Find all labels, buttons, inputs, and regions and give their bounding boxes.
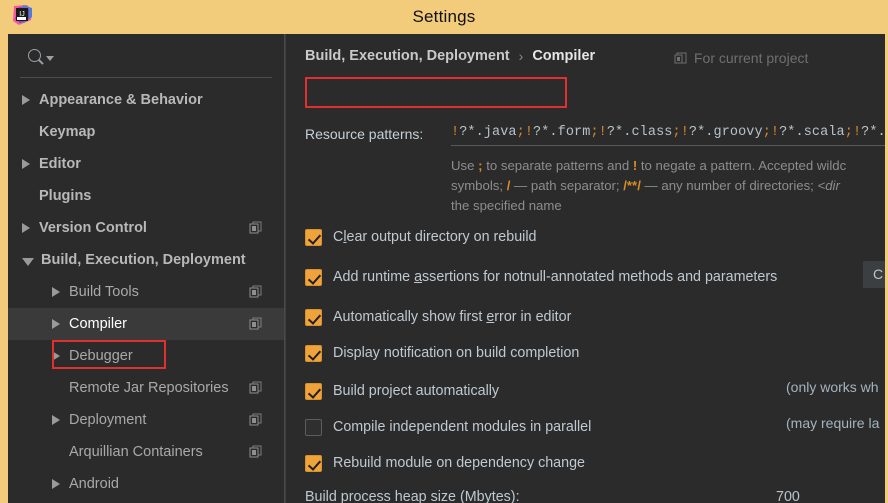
sidebar-item-label: Appearance & Behavior xyxy=(39,92,203,108)
chevron-down-icon[interactable] xyxy=(46,55,54,61)
project-scope-icon xyxy=(674,52,687,65)
checkbox-label: Clear output directory on rebuild xyxy=(333,229,537,245)
sidebar-item-editor[interactable]: Editor xyxy=(8,148,284,180)
resource-patterns-label: Resource patterns: xyxy=(305,126,424,142)
help-line-2: symbols; / — path separator; /**/ — any … xyxy=(451,178,840,193)
checkbox-label: Rebuild module on dependency change xyxy=(333,455,585,471)
checkbox-unchecked-icon[interactable] xyxy=(305,418,322,436)
checkbox-label: Compile independent modules in parallel xyxy=(333,419,592,435)
checkbox-add-runtime-assertions-for-notnull-annotated[interactable]: Add runtime assertions for notnull-annot… xyxy=(305,265,777,289)
sidebar-item-label: Remote Jar Repositories xyxy=(69,380,229,396)
sidebar-item-label: Build Tools xyxy=(69,284,139,300)
sidebar-item-label: Android xyxy=(69,476,119,492)
sidebar-item-appearance-behavior[interactable]: Appearance & Behavior xyxy=(8,84,284,116)
breadcrumb-separator-icon: › xyxy=(518,48,524,64)
checkbox-checked-icon[interactable] xyxy=(305,382,322,400)
search-input[interactable] xyxy=(60,48,272,63)
checkbox-rebuild-module-on-dependency-change[interactable]: Rebuild module on dependency change xyxy=(305,451,585,475)
chevron-right-icon[interactable] xyxy=(52,319,60,329)
window-title: Settings xyxy=(412,7,476,26)
checkbox-compile-independent-modules-in-parallel[interactable]: Compile independent modules in parallel xyxy=(305,415,591,439)
sidebar-item-label: Version Control xyxy=(39,220,147,236)
sidebar-item-label: Keymap xyxy=(39,124,96,140)
chevron-right-icon[interactable] xyxy=(52,479,60,489)
checkbox-automatically-show-first-error-in-editor[interactable]: Automatically show first error in editor xyxy=(305,305,571,329)
sidebar-item-label: Editor xyxy=(39,156,81,172)
sidebar-item-arquillian-containers[interactable]: Arquillian Containers xyxy=(8,436,284,468)
search-icon[interactable] xyxy=(28,49,54,62)
chevron-right-icon[interactable] xyxy=(22,95,30,105)
sidebar-item-android[interactable]: Android xyxy=(8,468,284,500)
window-titlebar: IJ Settings xyxy=(0,0,888,34)
checkbox-checked-icon[interactable] xyxy=(305,308,322,326)
checkbox-label: Build project automatically xyxy=(333,383,500,399)
checkbox-label: Add runtime assertions for notnull-annot… xyxy=(333,269,778,285)
checkbox-checked-icon[interactable] xyxy=(305,268,322,286)
checkbox-build-project-automatically[interactable]: Build project automatically xyxy=(305,379,499,403)
chevron-right-icon[interactable] xyxy=(52,415,60,425)
sidebar-item-plugins[interactable]: Plugins xyxy=(8,180,284,212)
help-line-1: Use ; to separate patterns and ! to nega… xyxy=(451,158,847,173)
heap-size-label: Build process heap size (Mbytes): xyxy=(305,489,520,503)
chevron-right-icon[interactable] xyxy=(52,351,60,361)
project-scope-icon xyxy=(249,221,262,234)
sidebar-item-compiler[interactable]: Compiler xyxy=(8,308,284,340)
side-note: (only works wh xyxy=(786,379,879,395)
resource-patterns-input[interactable]: !?*.java;!?*.form;!?*.class;!?*.groovy;!… xyxy=(451,122,885,146)
configure-annotations-button[interactable]: C xyxy=(863,261,885,288)
sidebar-item-build-execution-deployment[interactable]: Build, Execution, Deployment xyxy=(8,244,284,276)
checkbox-display-notification-on-build-completion[interactable]: Display notification on build completion xyxy=(305,341,579,365)
checkbox-checked-icon[interactable] xyxy=(305,454,322,472)
chevron-right-icon[interactable] xyxy=(52,287,60,297)
sidebar-item-remote-jar-repositories[interactable]: Remote Jar Repositories xyxy=(8,372,284,404)
sidebar-item-label: Deployment xyxy=(69,412,147,428)
checkbox-checked-icon[interactable] xyxy=(305,228,322,246)
breadcrumb: Build, Execution, Deployment › Compiler xyxy=(305,48,595,64)
sidebar-item-label: Debugger xyxy=(69,348,133,364)
sidebar-item-label: Arquillian Containers xyxy=(69,444,203,460)
resource-patterns-help: Use ; to separate patterns and ! to nega… xyxy=(451,156,885,216)
breadcrumb-current: Compiler xyxy=(532,48,596,64)
sidebar-item-debugger[interactable]: Debugger xyxy=(8,340,284,372)
project-scope-icon xyxy=(249,285,262,298)
sidebar-item-label: Build, Execution, Deployment xyxy=(41,252,246,268)
sidebar-item-label: Compiler xyxy=(69,316,128,332)
settings-main-panel: Build, Execution, Deployment › Compiler … xyxy=(286,34,885,503)
sidebar-search-row[interactable] xyxy=(20,34,272,78)
settings-dialog: IJ Settings Appearance & Behavior Keymap E… xyxy=(0,0,888,503)
sidebar-item-build-tools[interactable]: Build Tools xyxy=(8,276,284,308)
side-note: (may require la xyxy=(786,415,880,431)
chevron-right-icon[interactable] xyxy=(22,223,30,233)
heap-size-value[interactable]: 700 xyxy=(776,489,800,503)
help-line-3: the specified name xyxy=(451,198,562,213)
sidebar-item-label: Plugins xyxy=(39,188,92,204)
sidebar-item-version-control[interactable]: Version Control xyxy=(8,212,284,244)
checkbox-checked-icon[interactable] xyxy=(305,344,322,362)
chevron-right-icon[interactable] xyxy=(22,159,30,169)
checkbox-label: Automatically show first error in editor xyxy=(333,309,572,325)
checkbox-label: Display notification on build completion xyxy=(333,345,580,361)
settings-sidebar: Appearance & Behavior Keymap Editor Plugins… xyxy=(8,34,285,503)
settings-tree: Appearance & Behavior Keymap Editor Plugins… xyxy=(8,78,284,500)
sidebar-item-deployment[interactable]: Deployment xyxy=(8,404,284,436)
for-current-project-label: For current project xyxy=(674,50,808,66)
project-scope-icon xyxy=(249,445,262,458)
breadcrumb-parent[interactable]: Build, Execution, Deployment xyxy=(305,48,510,64)
project-scope-icon xyxy=(249,381,262,394)
project-scope-icon xyxy=(249,413,262,426)
for-current-project-text: For current project xyxy=(694,50,809,66)
project-scope-icon xyxy=(249,317,262,330)
sidebar-item-keymap[interactable]: Keymap xyxy=(8,116,284,148)
accent-strip-left xyxy=(0,34,8,503)
resource-patterns-value: !?*.java;!?*.form;!?*.class;!?*.groovy;!… xyxy=(451,125,885,140)
build-project-automatically-highlight-box xyxy=(305,77,567,108)
chevron-down-icon[interactable] xyxy=(22,257,34,266)
checkbox-clear-output-directory-on-rebuild[interactable]: Clear output directory on rebuild xyxy=(305,225,536,249)
